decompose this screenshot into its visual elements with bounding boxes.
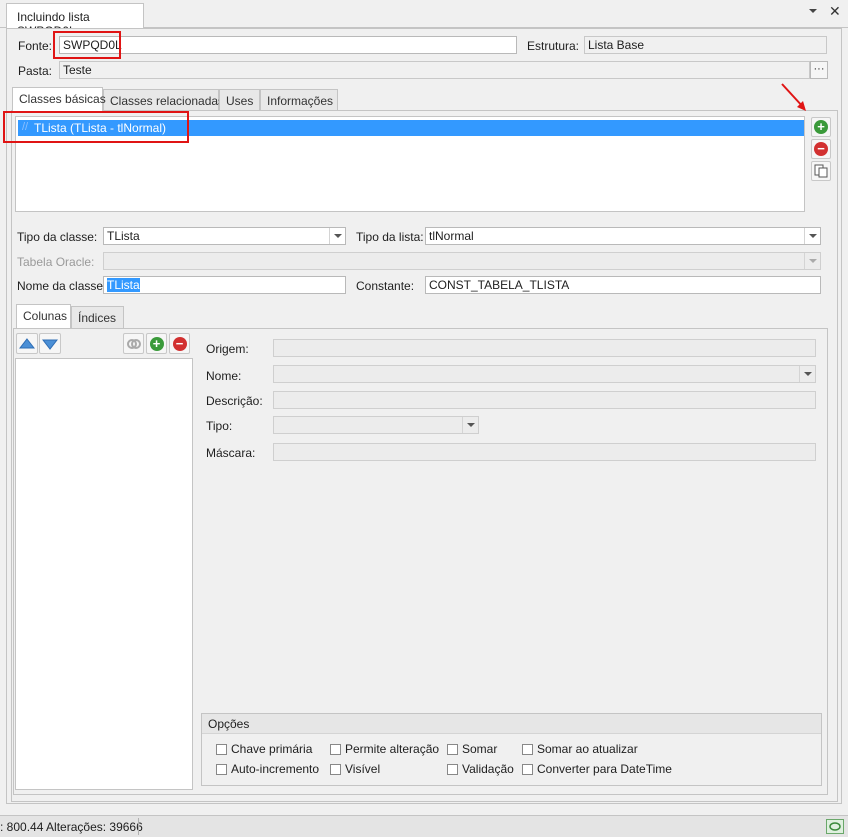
nome-select[interactable] [273, 365, 816, 383]
estrutura-field: Lista Base [584, 36, 827, 54]
mascara-field [273, 443, 816, 461]
estrutura-label: Estrutura: [527, 39, 580, 53]
tipo-classe-label: Tipo da classe: [17, 230, 98, 244]
chevron-down-icon [804, 253, 820, 269]
origem-field [273, 339, 816, 357]
checkbox-permite-alteracao[interactable]: Permite alteração [330, 742, 439, 756]
tipo-classe-value: TLista [107, 229, 140, 243]
descricao-field [273, 391, 816, 409]
arrow-up-icon [19, 337, 35, 348]
tab-classes-relacionadas[interactable]: Classes relacionadas [103, 89, 224, 111]
chevron-down-icon[interactable] [462, 417, 478, 433]
checkbox-label: Somar [462, 742, 498, 756]
checkbox-label: Permite alteração [345, 742, 440, 756]
fonte-label: Fonte: [18, 39, 53, 53]
checkbox-validacao[interactable]: Validação [447, 762, 514, 776]
copy-class-button[interactable] [811, 161, 831, 181]
status-icon[interactable] [826, 819, 844, 834]
nome-classe-value: TLista [107, 278, 140, 292]
tabela-oracle-label: Tabela Oracle: [17, 255, 95, 269]
tipo-lista-select[interactable]: tlNormal [425, 227, 821, 245]
checkbox-label: Somar ao atualizar [537, 742, 638, 756]
checkbox-label: Validação [462, 762, 514, 776]
tipo-lista-value: tlNormal [429, 229, 474, 243]
pasta-label: Pasta: [18, 64, 53, 78]
mascara-label: Máscara: [206, 446, 256, 460]
checkbox-chave-primaria[interactable]: Chave primária [216, 742, 312, 756]
chevron-down-icon[interactable] [804, 228, 820, 244]
tab-informacoes[interactable]: Informações [260, 89, 338, 111]
remove-column-button[interactable]: − [169, 333, 190, 354]
checkbox-somar[interactable]: Somar [447, 742, 497, 756]
checkbox-converter-datetime[interactable]: Converter para DateTime [522, 762, 672, 776]
move-down-button[interactable] [39, 333, 61, 354]
pasta-field: Teste [59, 61, 810, 79]
tab-classes-basicas[interactable]: Classes básicas [12, 87, 106, 111]
remove-icon: − [172, 336, 187, 351]
tab-colunas[interactable]: Colunas [16, 304, 71, 328]
tipo-label: Tipo: [206, 419, 233, 433]
checkbox-label: Auto-incremento [231, 762, 320, 776]
chevron-down-icon[interactable] [329, 228, 345, 244]
tabela-oracle-select [103, 252, 821, 270]
constante-label: Constante: [356, 279, 415, 293]
tipo-lista-label: Tipo da lista: [356, 230, 424, 244]
highlight-class-item [3, 111, 189, 143]
checkbox-label: Visível [345, 762, 381, 776]
tipo-select[interactable] [273, 416, 479, 434]
pin-icon[interactable] [807, 5, 819, 17]
add-column-button[interactable]: + [146, 333, 167, 354]
nome-classe-input[interactable]: TLista [103, 276, 346, 294]
options-title: Opções [208, 717, 250, 731]
descricao-label: Descrição: [206, 394, 263, 408]
status-bar: : 800.44 Alterações: 39666 [0, 815, 848, 837]
annotation-arrow-icon [780, 82, 810, 114]
constante-input[interactable]: CONST_TABELA_TLISTA [425, 276, 821, 294]
copy-icon [814, 164, 828, 178]
add-class-button[interactable]: + [811, 117, 831, 137]
checkbox-auto-incremento[interactable]: Auto-incremento [216, 762, 319, 776]
tipo-classe-select[interactable]: TLista [103, 227, 346, 245]
remove-class-button[interactable]: − [811, 139, 831, 159]
status-text: : 800.44 Alterações: 39666 [0, 820, 143, 834]
fonte-input[interactable]: SWPQD0L [59, 36, 517, 54]
arrow-down-icon [42, 339, 58, 350]
document-tab[interactable]: Incluindo lista SWPQD0L [6, 3, 144, 38]
checkbox-label: Converter para DateTime [537, 762, 672, 776]
link-icon [126, 338, 141, 349]
nome-label: Nome: [206, 369, 242, 383]
move-up-button[interactable] [16, 333, 38, 354]
status-separator [138, 818, 139, 835]
options-header: Opções [202, 714, 821, 734]
checkbox-visivel[interactable]: Visível [330, 762, 380, 776]
column-list[interactable] [15, 358, 193, 790]
remove-icon: − [814, 142, 828, 156]
close-icon[interactable]: ✕ [829, 4, 843, 18]
add-icon: + [149, 336, 164, 351]
checkbox-somar-ao-atualizar[interactable]: Somar ao atualizar [522, 742, 638, 756]
tab-uses[interactable]: Uses [219, 89, 260, 111]
highlight-fonte [53, 31, 121, 59]
tab-indices[interactable]: Índices [71, 306, 124, 328]
pasta-browse-button[interactable]: ··· [810, 61, 828, 79]
origem-label: Origem: [206, 342, 249, 356]
nome-classe-label: Nome da classe: [17, 279, 107, 293]
link-column-button[interactable] [123, 333, 144, 354]
checkbox-label: Chave primária [231, 742, 313, 756]
add-icon: + [814, 120, 828, 134]
chevron-down-icon[interactable] [799, 366, 815, 382]
